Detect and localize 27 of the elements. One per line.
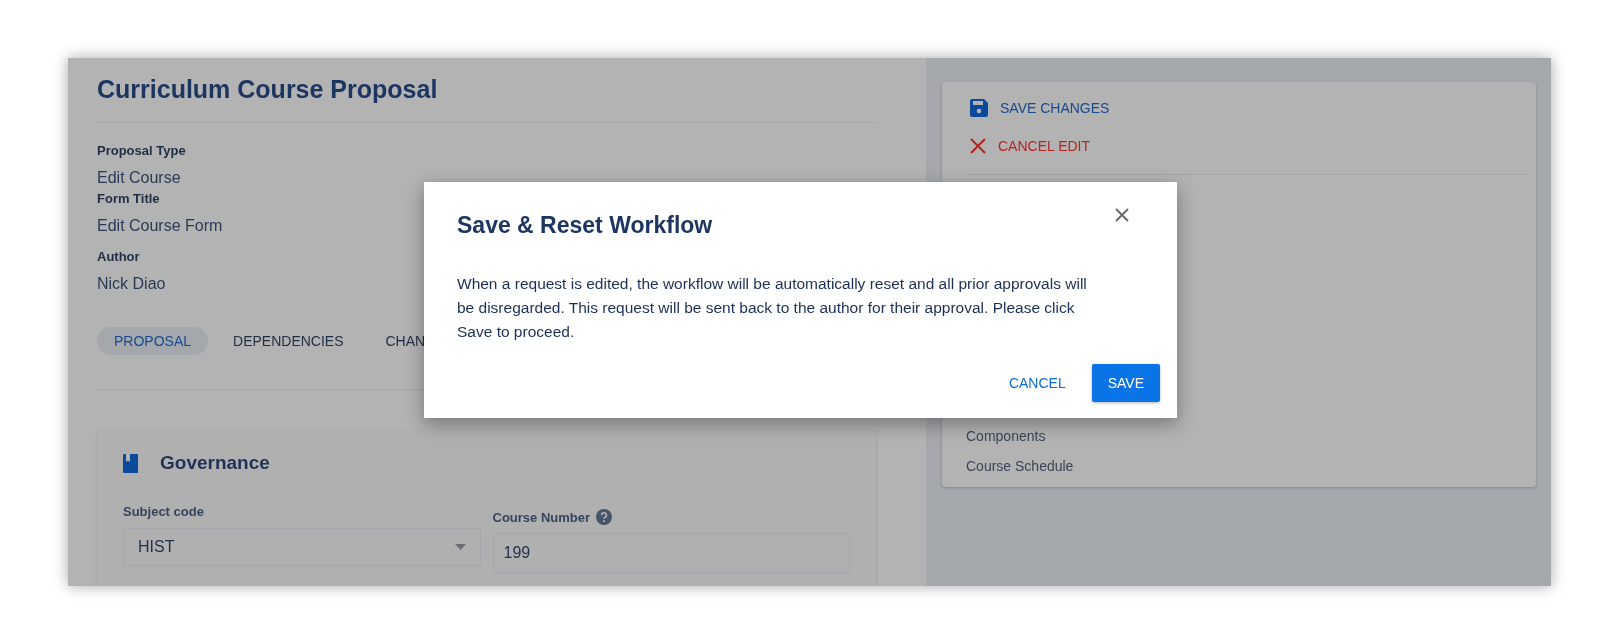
field-label: Form Title bbox=[97, 191, 160, 207]
nav-link[interactable]: Components bbox=[966, 421, 1528, 451]
page-title: Curriculum Course Proposal bbox=[97, 74, 439, 104]
cancel-button[interactable]: CANCEL bbox=[996, 364, 1078, 402]
help-icon[interactable] bbox=[596, 509, 613, 525]
field-label: Author bbox=[97, 249, 140, 265]
field-label: Subject code bbox=[123, 504, 205, 521]
field-value: Nick Diao bbox=[97, 274, 166, 294]
save-button[interactable]: SAVE bbox=[1091, 364, 1160, 402]
tab[interactable]: DEPENDENCIES bbox=[216, 327, 361, 355]
close-icon[interactable] bbox=[1115, 208, 1129, 222]
section-title: Governance bbox=[160, 452, 270, 474]
close-icon bbox=[970, 138, 986, 154]
dialog-message: When a request is edited, the workflow will be automatically reset and all prior approvals will be disregarded. This request will be sent back to the author for their approval. Please click Save to proceed. bbox=[457, 274, 1088, 342]
field-label: Proposal Type bbox=[97, 143, 186, 159]
cancel-edit-link[interactable]: CANCEL EDIT bbox=[998, 138, 1091, 154]
dialog-title: Save & Reset Workflow bbox=[457, 211, 713, 239]
field-value: Edit Course bbox=[97, 168, 181, 188]
nav-link[interactable]: Course Schedule bbox=[966, 451, 1528, 481]
field-label: Course Number bbox=[492, 509, 591, 525]
tab[interactable]: PROPOSAL bbox=[97, 327, 209, 355]
book-icon bbox=[123, 453, 138, 473]
subject-code-select[interactable]: HIST bbox=[123, 528, 481, 566]
dropdown-caret-icon bbox=[454, 544, 466, 550]
save-changes-link[interactable]: SAVE CHANGES bbox=[1000, 100, 1110, 116]
field-value: Edit Course Form bbox=[97, 216, 223, 236]
course-number-field[interactable]: 199 bbox=[492, 533, 850, 573]
